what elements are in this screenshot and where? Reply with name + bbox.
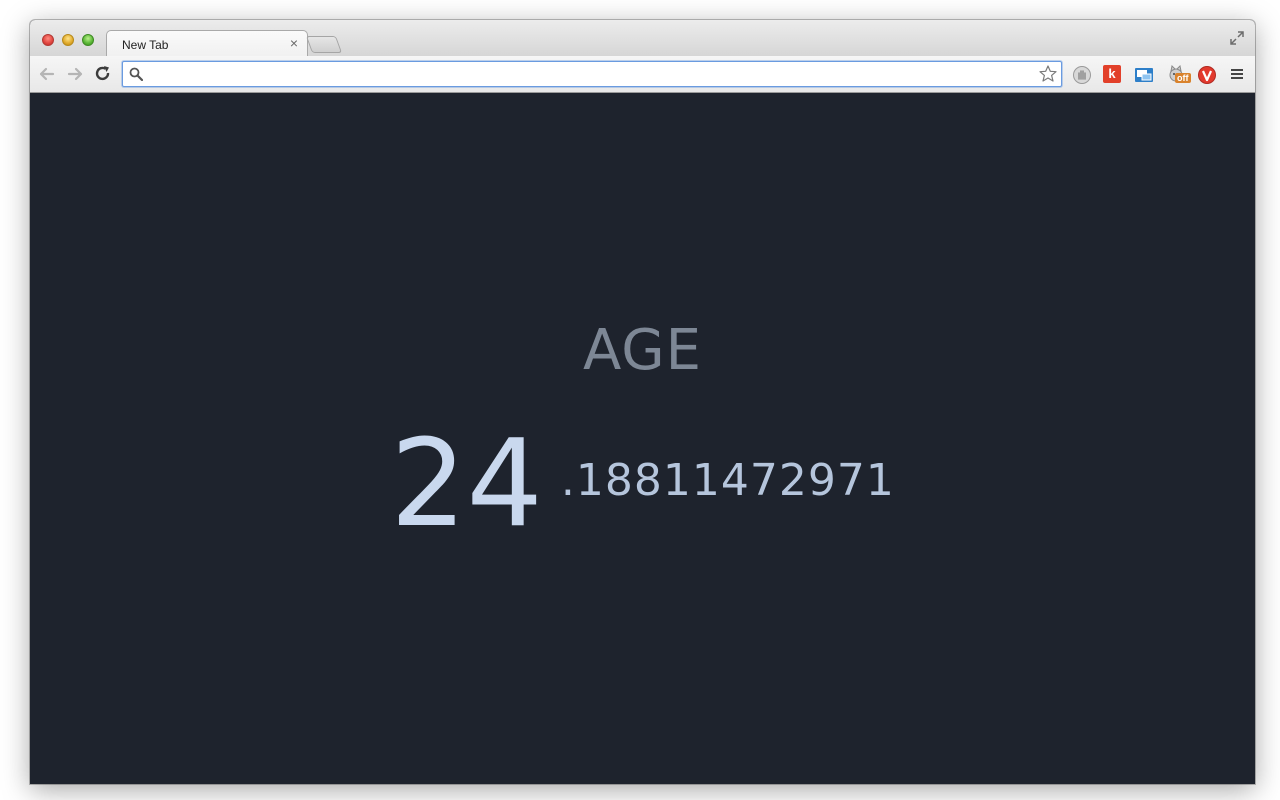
title-bar: New Tab × — [30, 20, 1255, 58]
fullscreen-icon[interactable] — [1229, 30, 1245, 46]
new-tab-button[interactable] — [305, 36, 343, 53]
new-tab-page: AGE 24 .18811472971 — [30, 93, 1255, 784]
back-arrow-icon[interactable] — [37, 64, 57, 84]
window-close-button[interactable] — [42, 34, 54, 46]
hand-extension-icon[interactable] — [1072, 65, 1092, 85]
address-input[interactable] — [149, 64, 1033, 86]
k-extension-label: k — [1103, 65, 1121, 83]
age-years: 24 — [390, 415, 543, 554]
menu-icon[interactable] — [1229, 66, 1245, 82]
screenshot-extension-icon[interactable] — [1134, 65, 1154, 85]
browser-window: New Tab × k off AGE 24 .18811472971 — [30, 20, 1255, 784]
reload-icon[interactable] — [93, 64, 113, 84]
address-bar[interactable] — [122, 61, 1062, 87]
age-heading: AGE — [582, 318, 703, 383]
red-v-extension-icon[interactable] — [1197, 65, 1217, 85]
window-minimize-button[interactable] — [62, 34, 74, 46]
tab-close-icon[interactable]: × — [290, 35, 298, 51]
k-extension-icon[interactable]: k — [1103, 65, 1123, 85]
bookmark-star-icon[interactable] — [1038, 64, 1058, 84]
tab-title: New Tab — [122, 38, 169, 52]
age-value: 24 .18811472971 — [30, 415, 1255, 555]
forward-arrow-icon[interactable] — [65, 64, 85, 84]
window-maximize-button[interactable] — [82, 34, 94, 46]
cat-extension-badge: off — [1175, 73, 1191, 83]
cat-extension-icon[interactable]: off — [1167, 64, 1191, 85]
age-fraction: .18811472971 — [560, 455, 895, 506]
tab-new-tab[interactable]: New Tab × — [106, 30, 308, 58]
toolbar: k off — [30, 56, 1255, 93]
search-icon — [129, 67, 143, 81]
